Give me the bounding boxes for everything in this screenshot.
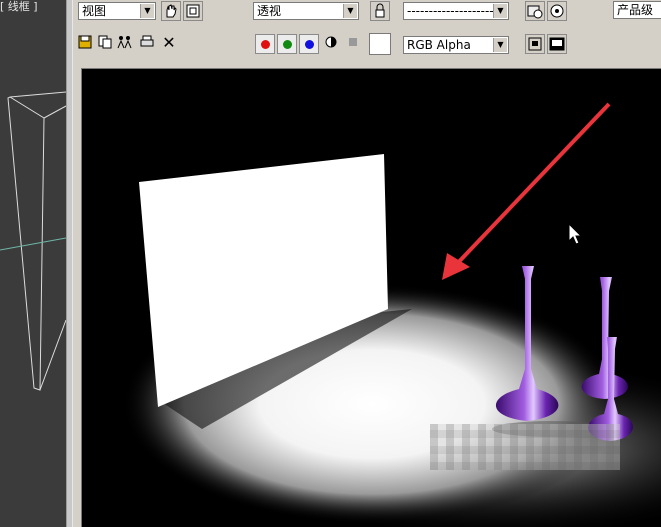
channel-dropdown[interactable]: RGB Alpha ▼ [403,36,509,54]
area-dropdown-value: 视图 [82,4,107,18]
red-channel-dot [261,40,270,49]
preset-dropdown[interactable]: --------------------- ▼ [403,2,509,20]
blue-channel-dot [305,40,314,49]
quality-dropdown[interactable]: 产品级 [613,1,661,19]
area-dropdown[interactable]: 视图 ▼ [78,2,156,20]
render-setup-icon[interactable] [525,1,545,21]
pan-icon[interactable] [161,1,181,21]
lock-icon[interactable] [370,1,390,21]
green-channel-dot [283,40,292,49]
red-channel-button[interactable] [255,34,275,54]
mono-icon[interactable] [321,34,341,54]
watermark [430,424,620,470]
green-channel-button[interactable] [277,34,297,54]
background-color-swatch[interactable] [369,33,391,55]
rendered-image[interactable] [81,68,661,527]
viewport-dropdown-value: 透视 [257,4,282,18]
save-icon[interactable] [75,34,95,54]
blue-channel-button[interactable] [299,34,319,54]
render-frame-window [73,62,661,527]
red-arrow-annotation [442,102,611,280]
alpha-icon[interactable] [343,34,363,54]
toolbar-row-2: ✕ RGB Alpha ▼ [73,30,661,58]
print-icon[interactable] [137,34,157,54]
quality-label: 产品级 [617,3,654,17]
wireframe-drawing [0,91,66,391]
chevron-down-icon: ▼ [140,4,154,18]
frame-icon[interactable] [525,34,545,54]
copy-icon[interactable] [95,34,115,54]
toolbar-row-1: 视图 ▼ 透视 ▼ --------------------- ▼ 产品级 [73,0,661,24]
channel-dropdown-value: RGB Alpha [407,38,471,52]
clear-icon[interactable]: ✕ [159,34,179,54]
viewport-dropdown[interactable]: 透视 ▼ [253,2,359,20]
preset-dropdown-value: --------------------- [407,4,498,18]
render-icon[interactable] [547,1,567,21]
viewport-splitter[interactable] [66,0,73,527]
display-icon[interactable] [547,34,567,54]
app-window: [ 线框 ] 视图 ▼ 透视 ▼ --------------------- ▼… [0,0,661,527]
clone-icon[interactable] [115,34,135,54]
render-frame-toolbar: 视图 ▼ 透视 ▼ --------------------- ▼ 产品级 ✕ … [73,0,661,62]
mouse-cursor-icon [568,222,583,245]
viewport-label[interactable]: [ 线框 ] [0,0,38,14]
region-icon[interactable] [183,1,203,21]
chevron-down-icon: ▼ [343,4,357,18]
chevron-down-icon: ▼ [493,38,507,52]
chevron-down-icon: ▼ [493,4,507,18]
wireframe-viewport[interactable]: [ 线框 ] [0,0,66,527]
